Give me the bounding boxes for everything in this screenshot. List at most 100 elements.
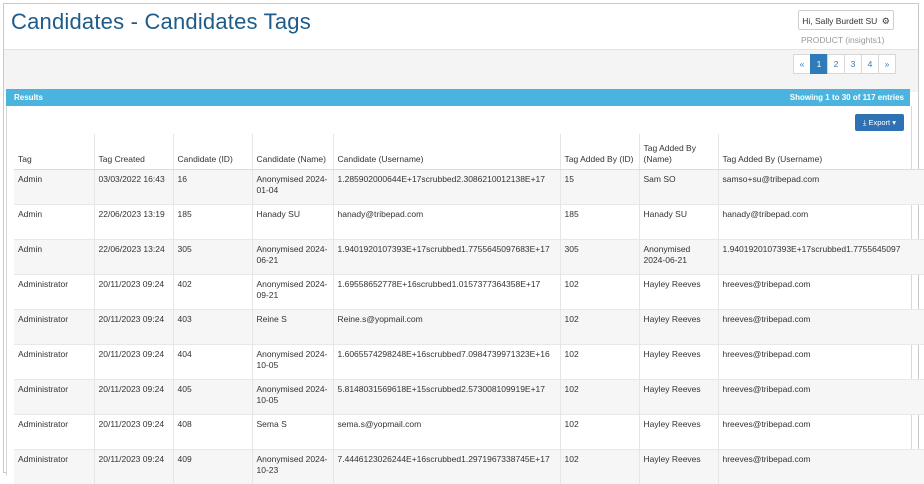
cell-candidate-username: 5.8148031569618E+15scrubbed2.57300810991…: [333, 380, 560, 415]
results-bar: Results Showing 1 to 30 of 117 entries: [6, 89, 910, 106]
cell-added-by-name: Hayley Reeves: [639, 380, 718, 415]
page-title: Candidates - Candidates Tags: [11, 9, 311, 35]
cell-candidate-username: Reine.s@yopmail.com: [333, 310, 560, 345]
cell-candidate-id: 16: [173, 170, 252, 205]
cell-candidate-id: 185: [173, 205, 252, 240]
cell-added-by-username: hreeves@tribepad.com: [718, 415, 924, 450]
pagination-page-2[interactable]: 2: [827, 54, 845, 74]
cell-tag: Admin: [14, 205, 94, 240]
column-header-added-by-id[interactable]: Tag Added By (ID): [560, 134, 639, 170]
column-header-candidate-name[interactable]: Candidate (Name): [252, 134, 333, 170]
pagination-page-1[interactable]: 1: [810, 54, 828, 74]
cell-added-by-username: samso+su@tribepad.com: [718, 170, 924, 205]
cell-tag: Administrator: [14, 310, 94, 345]
cell-added-by-id: 102: [560, 275, 639, 310]
cell-added-by-id: 15: [560, 170, 639, 205]
cell-candidate-username: 1.69558652778E+16scrubbed1.0157377364358…: [333, 275, 560, 310]
table-row: Administrator20/11/2023 09:24403Reine SR…: [14, 310, 924, 345]
results-summary: Showing 1 to 30 of 117 entries: [790, 93, 904, 102]
cell-tag-created: 20/11/2023 09:24: [94, 310, 173, 345]
cell-candidate-name: Anonymised 2024-10-05: [252, 380, 333, 415]
pagination-prev[interactable]: «: [793, 54, 811, 74]
table-header-row: Tag Tag Created Candidate (ID) Candidate…: [14, 134, 924, 170]
cell-added-by-name: Sam SO: [639, 170, 718, 205]
cell-candidate-username: 1.6065574298248E+16scrubbed7.09847399713…: [333, 345, 560, 380]
pagination: « 1 2 3 4 »: [794, 54, 896, 74]
cell-tag: Admin: [14, 240, 94, 275]
cell-added-by-id: 102: [560, 310, 639, 345]
cell-candidate-username: 1.285902000644E+17scrubbed2.308621001213…: [333, 170, 560, 205]
cell-added-by-name: Hayley Reeves: [639, 310, 718, 345]
cell-tag-created: 20/11/2023 09:24: [94, 345, 173, 380]
pagination-next[interactable]: »: [878, 54, 896, 74]
cell-added-by-name: Hayley Reeves: [639, 415, 718, 450]
cell-candidate-id: 305: [173, 240, 252, 275]
export-label: Export ▾: [868, 118, 896, 127]
cell-added-by-username: hreeves@tribepad.com: [718, 380, 924, 415]
cell-candidate-name: Reine S: [252, 310, 333, 345]
table-row: Administrator20/11/2023 09:24408Sema Sse…: [14, 415, 924, 450]
cell-candidate-username: 1.9401920107393E+17scrubbed1.77556450976…: [333, 240, 560, 275]
column-header-added-by-name[interactable]: Tag Added By (Name): [639, 134, 718, 170]
cell-candidate-name: Anonymised 2024-06-21: [252, 240, 333, 275]
cell-tag: Administrator: [14, 345, 94, 380]
cell-added-by-username: hreeves@tribepad.com: [718, 310, 924, 345]
column-header-tag-created[interactable]: Tag Created: [94, 134, 173, 170]
cell-tag-created: 20/11/2023 09:24: [94, 450, 173, 484]
cell-added-by-name: Hanady SU: [639, 205, 718, 240]
column-header-candidate-id[interactable]: Candidate (ID): [173, 134, 252, 170]
cell-added-by-id: 185: [560, 205, 639, 240]
user-menu-button[interactable]: Hi, Sally Burdett SU ⚙: [798, 10, 894, 30]
user-greeting: Hi, Sally Burdett SU: [802, 16, 877, 26]
table-row: Administrator20/11/2023 09:24402Anonymis…: [14, 275, 924, 310]
table-row: Administrator20/11/2023 09:24409Anonymis…: [14, 450, 924, 484]
cell-added-by-username: hanady@tribepad.com: [718, 205, 924, 240]
cell-added-by-id: 305: [560, 240, 639, 275]
cell-added-by-name: Hayley Reeves: [639, 345, 718, 380]
results-label: Results: [14, 93, 43, 102]
cell-tag-created: 20/11/2023 09:24: [94, 380, 173, 415]
product-label: PRODUCT (insights1): [801, 35, 884, 45]
cell-added-by-username: hreeves@tribepad.com: [718, 345, 924, 380]
cell-tag: Administrator: [14, 380, 94, 415]
table-row: Administrator20/11/2023 09:24404Anonymis…: [14, 345, 924, 380]
cell-added-by-username: hreeves@tribepad.com: [718, 450, 924, 484]
tags-table: Tag Tag Created Candidate (ID) Candidate…: [14, 134, 924, 484]
cell-candidate-id: 405: [173, 380, 252, 415]
cell-candidate-username: 7.4446123026244E+16scrubbed1.29719673387…: [333, 450, 560, 484]
cell-candidate-username: sema.s@yopmail.com: [333, 415, 560, 450]
cell-candidate-id: 404: [173, 345, 252, 380]
cell-candidate-name: Anonymised 2024-10-23: [252, 450, 333, 484]
cell-candidate-name: Anonymised 2024-01-04: [252, 170, 333, 205]
cell-added-by-id: 102: [560, 450, 639, 484]
export-button[interactable]: ⤓ Export ▾: [855, 114, 904, 131]
cell-tag-created: 03/03/2022 16:43: [94, 170, 173, 205]
cell-added-by-id: 102: [560, 380, 639, 415]
cell-candidate-id: 408: [173, 415, 252, 450]
pagination-page-4[interactable]: 4: [861, 54, 879, 74]
toolbar: [4, 50, 918, 92]
cell-added-by-username: hreeves@tribepad.com: [718, 275, 924, 310]
download-icon: ⤓: [863, 118, 866, 127]
table-row: Admin22/06/2023 13:19185Hanady SUhanady@…: [14, 205, 924, 240]
column-header-added-by-username[interactable]: Tag Added By (Username): [718, 134, 924, 170]
cell-added-by-username: 1.9401920107393E+17scrubbed1.7755645097: [718, 240, 924, 275]
cell-candidate-id: 409: [173, 450, 252, 484]
gear-icon: ⚙: [882, 16, 890, 26]
cell-tag-created: 22/06/2023 13:24: [94, 240, 173, 275]
cell-tag: Administrator: [14, 275, 94, 310]
cell-tag: Administrator: [14, 450, 94, 484]
cell-candidate-id: 403: [173, 310, 252, 345]
cell-candidate-name: Hanady SU: [252, 205, 333, 240]
cell-candidate-name: Anonymised 2024-09-21: [252, 275, 333, 310]
column-header-tag[interactable]: Tag: [14, 134, 94, 170]
column-header-candidate-username[interactable]: Candidate (Username): [333, 134, 560, 170]
page-header: Candidates - Candidates Tags Hi, Sally B…: [4, 4, 918, 50]
pagination-page-3[interactable]: 3: [844, 54, 862, 74]
table-row: Administrator20/11/2023 09:24405Anonymis…: [14, 380, 924, 415]
cell-candidate-name: Sema S: [252, 415, 333, 450]
cell-tag-created: 22/06/2023 13:19: [94, 205, 173, 240]
cell-added-by-id: 102: [560, 415, 639, 450]
table-body: Admin03/03/2022 16:4316Anonymised 2024-0…: [14, 170, 924, 484]
cell-candidate-name: Anonymised 2024-10-05: [252, 345, 333, 380]
